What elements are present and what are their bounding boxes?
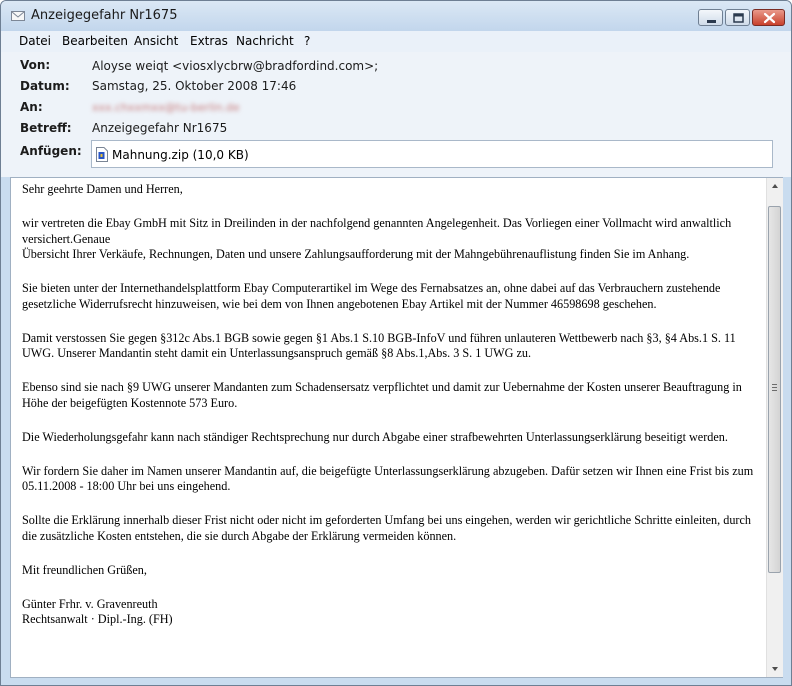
scroll-down-icon[interactable] (767, 660, 783, 677)
message-header: Von: Aloyse weiqt <viosxlycbrw@bradfordi… (1, 52, 791, 177)
scroll-up-icon[interactable] (767, 178, 783, 195)
minimize-icon (707, 20, 716, 23)
signature-title: Rechtsanwalt · Dipl.-Ing. (FH) (22, 612, 173, 626)
minimize-button[interactable] (698, 9, 723, 26)
grip-icon (772, 384, 777, 391)
scroll-thumb[interactable] (768, 206, 781, 573)
menu-bar: Datei Bearbeiten Ansicht Extras Nachrich… (1, 31, 791, 53)
paragraph-6: Wir fordern Sie daher im Namen unserer M… (22, 463, 754, 494)
date-label: Datum: (20, 79, 70, 93)
subject-label: Betreff: (20, 121, 72, 135)
menu-ansicht[interactable]: Ansicht (134, 34, 178, 48)
subject-value: Anzeigegefahr Nr1675 (92, 121, 228, 135)
date-value: Samstag, 25. Oktober 2008 17:46 (92, 79, 297, 93)
paragraph-1-line-2: Übersicht Ihrer Verkäufe, Rechnungen, Da… (22, 247, 690, 261)
menu-extras[interactable]: Extras (190, 34, 228, 48)
maximize-icon (733, 13, 744, 23)
maximize-button[interactable] (725, 9, 750, 26)
paragraph-4: Ebenso sind sie nach §9 UWG unserer Mand… (22, 380, 742, 410)
from-value[interactable]: Aloyse weiqt <viosxlycbrw@bradfordind.co… (92, 59, 378, 73)
paragraph-7: Sollte die Erklärung innerhalb dieser Fr… (22, 513, 751, 543)
signature-name: Günter Frhr. v. Gravenreuth (22, 596, 158, 611)
mail-window: Anzeigegefahr Nr1675 Datei Bearbeiten An… (0, 0, 792, 686)
title-bar[interactable]: Anzeigegefahr Nr1675 (1, 1, 791, 31)
paragraph-2: Sie bieten unter der Internethandelsplat… (22, 281, 721, 311)
menu-bearbeiten[interactable]: Bearbeiten (62, 34, 128, 48)
menu-nachricht[interactable]: Nachricht (236, 34, 294, 48)
zip-file-icon (96, 147, 108, 162)
menu-help[interactable]: ? (304, 34, 310, 48)
close-button[interactable] (752, 9, 785, 26)
window-title: Anzeigegefahr Nr1675 (31, 8, 178, 23)
attachment-box[interactable]: Mahnung.zip (10,0 KB) (91, 140, 773, 168)
close-icon (763, 12, 776, 24)
to-label: An: (20, 100, 43, 114)
from-label: Von: (20, 58, 51, 72)
vertical-scrollbar[interactable] (766, 178, 783, 677)
attach-label: Anfügen: (20, 144, 82, 158)
to-value[interactable]: xxx.chxxmxx@tu-berlin.de (92, 101, 240, 114)
greeting: Sehr geehrte Damen und Herren, (22, 182, 183, 196)
envelope-icon (11, 11, 25, 21)
paragraph-5: Die Wiederholungsgefahr kann nach ständi… (22, 429, 728, 444)
message-body[interactable]: Sehr geehrte Damen und Herren, wir vertr… (10, 177, 783, 678)
paragraph-1-line-1: wir vertreten die Ebay GmbH mit Sitz in … (22, 216, 732, 246)
attachment-link[interactable]: Mahnung.zip (10,0 KB) (112, 148, 249, 162)
paragraph-3: Damit verstossen Sie gegen §312c Abs.1 B… (22, 330, 736, 361)
message-text: Sehr geehrte Damen und Herren, wir vertr… (22, 182, 762, 628)
closing: Mit freundlichen Grüßen, (22, 562, 147, 577)
menu-datei[interactable]: Datei (19, 34, 51, 48)
paragraph-1: wir vertreten die Ebay GmbH mit Sitz in … (22, 216, 762, 263)
